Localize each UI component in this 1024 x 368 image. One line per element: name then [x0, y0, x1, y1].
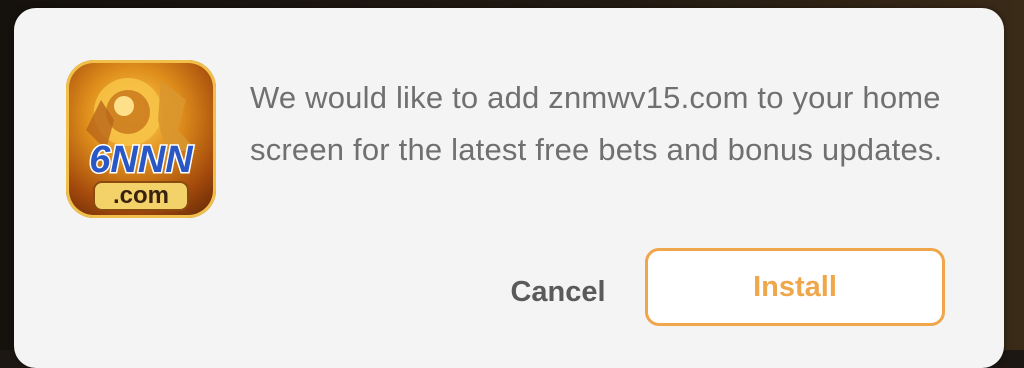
app-logo-brand-text: 6NNN [89, 139, 194, 181]
app-logo-artwork: 6NNN .com [86, 78, 196, 211]
install-button[interactable]: Install [645, 248, 945, 326]
app-logo-icon: 6NNN .com [66, 60, 216, 218]
app-logo-domain-text: .com [113, 182, 169, 209]
dialog-message: We would like to add znmwv15.com to your… [250, 80, 943, 167]
add-to-home-screen-dialog: 6NNN .com We would like to add znmwv15.c… [14, 8, 1004, 368]
cancel-button[interactable]: Cancel [484, 256, 632, 328]
